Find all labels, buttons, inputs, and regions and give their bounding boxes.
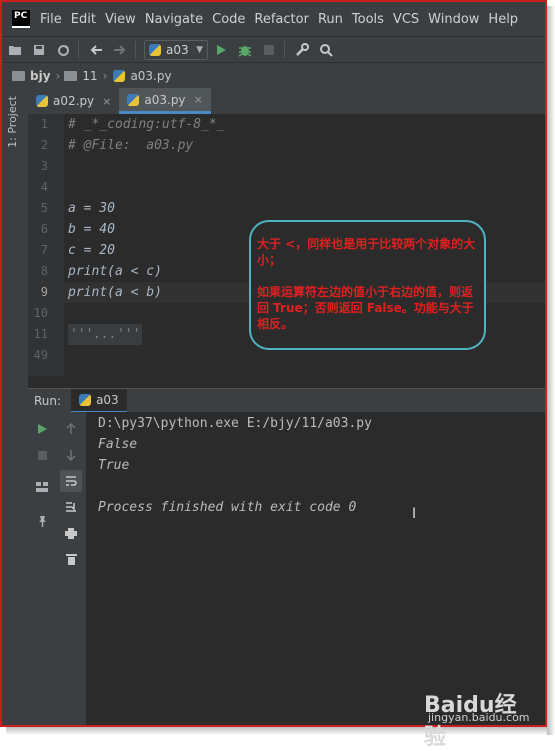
breadcrumb-separator: › xyxy=(102,69,108,83)
breadcrumb-item-file[interactable]: a03.py xyxy=(130,69,171,83)
line-number: 1 xyxy=(40,117,48,131)
layout-icon[interactable] xyxy=(28,476,56,498)
run-icon[interactable] xyxy=(210,39,232,61)
run-configuration-select[interactable]: a03 ▼ xyxy=(144,40,208,60)
sync-icon[interactable] xyxy=(52,39,74,61)
run-panel-header: Run: a03 xyxy=(28,388,545,413)
back-arrow-icon[interactable] xyxy=(85,39,107,61)
close-icon[interactable]: × xyxy=(102,95,111,108)
toolbar-divider xyxy=(78,41,79,59)
run-controls-left xyxy=(28,412,56,725)
search-icon[interactable] xyxy=(315,39,337,61)
breadcrumb-separator: › xyxy=(55,69,61,83)
menu-tools[interactable]: Tools xyxy=(352,12,384,27)
folder-icon xyxy=(12,71,25,81)
soft-wrap-icon[interactable] xyxy=(60,470,82,492)
annotation-text: 如果运算符左边的值小于右边的值，则返回 True；否则返回 False。功能与大… xyxy=(257,285,474,331)
python-file-icon xyxy=(36,95,48,107)
menu-vcs[interactable]: VCS xyxy=(393,12,419,27)
watermark-url: jingyan.baidu.com xyxy=(428,711,530,724)
folder-icon xyxy=(64,71,78,81)
line-number: 8 xyxy=(40,264,48,278)
python-icon xyxy=(79,394,92,406)
menu-window[interactable]: Window xyxy=(428,12,479,27)
annotation-callout: 大于 <，同样也是用于比较两个对象的大小； 如果运算符左边的值小于右边的值，则返… xyxy=(249,220,486,350)
line-number: 5 xyxy=(40,201,48,215)
run-console-output[interactable]: D:\py37\python.exe E:/bjy/11/a03.py Fals… xyxy=(86,412,545,725)
line-number: 2 xyxy=(40,138,48,152)
console-line: D:\py37\python.exe E:/bjy/11/a03.py xyxy=(98,416,372,431)
debug-bug-icon[interactable] xyxy=(234,39,256,61)
run-tab-a03[interactable]: a03 xyxy=(71,389,127,413)
print-icon[interactable] xyxy=(57,522,85,544)
main-toolbar: a03 ▼ xyxy=(2,36,545,63)
menu-file[interactable]: File xyxy=(40,12,62,27)
line-number: 7 xyxy=(40,243,48,257)
close-icon[interactable]: × xyxy=(194,93,203,106)
code-line: # _*_coding:utf-8_*_ xyxy=(68,117,225,132)
text-cursor-icon: I xyxy=(412,506,417,522)
project-tool-button[interactable]: 1: Project xyxy=(6,96,19,148)
tab-a02[interactable]: a02.py × xyxy=(28,88,119,114)
save-icon[interactable] xyxy=(28,39,50,61)
stop-icon[interactable] xyxy=(258,39,280,61)
left-tool-strip: 1: Project xyxy=(2,88,29,388)
tab-a03[interactable]: a03.py × xyxy=(119,88,211,114)
menu-navigate[interactable]: Navigate xyxy=(145,12,203,27)
python-icon xyxy=(149,44,161,56)
menu-bar: PC File Edit View Navigate Code Refactor… xyxy=(2,2,545,36)
code-line: # @File: a03.py xyxy=(68,138,194,153)
menu-view[interactable]: View xyxy=(105,12,136,27)
menu-help[interactable]: Help xyxy=(488,12,518,27)
line-number: 3 xyxy=(40,159,48,173)
python-file-icon xyxy=(127,93,140,106)
toolbar-divider xyxy=(284,41,285,59)
console-line: Process finished with exit code 0 xyxy=(98,500,357,515)
rerun-icon[interactable] xyxy=(28,418,56,440)
pin-icon[interactable] xyxy=(28,510,56,532)
menu-code[interactable]: Code xyxy=(212,12,245,27)
line-number: 11 xyxy=(33,327,48,341)
line-number: 10 xyxy=(33,306,48,320)
line-number: 6 xyxy=(40,222,48,236)
stop-icon[interactable] xyxy=(28,444,56,466)
console-line: False xyxy=(98,437,138,452)
down-arrow-icon[interactable] xyxy=(57,444,85,466)
tab-label: a03.py xyxy=(144,92,186,107)
console-line: True xyxy=(98,458,130,473)
forward-arrow-icon[interactable] xyxy=(109,39,131,61)
pycharm-logo-icon: PC xyxy=(12,10,30,28)
run-configuration-label: a03 xyxy=(166,43,189,57)
run-controls-right xyxy=(56,412,87,725)
chevron-down-icon: ▼ xyxy=(196,45,203,55)
code-line: a = 30 xyxy=(68,201,115,216)
up-arrow-icon[interactable] xyxy=(57,418,85,440)
menu-refactor[interactable]: Refactor xyxy=(254,12,309,27)
menu-run[interactable]: Run xyxy=(318,12,343,27)
line-number-gutter: 1 2 3 4 5 6 7 8 9 10 11 49 xyxy=(28,114,64,376)
tab-label: a02.py xyxy=(53,94,95,108)
trash-icon[interactable] xyxy=(57,548,85,570)
run-panel-label: Run: xyxy=(34,394,62,408)
editor-tabs: a02.py × a03.py × xyxy=(28,88,545,115)
python-file-icon xyxy=(113,70,126,82)
left-tool-strip-bottom xyxy=(2,388,28,725)
breadcrumb: bjy › 11 › a03.py xyxy=(2,62,545,89)
line-number: 4 xyxy=(40,180,48,194)
run-tab-label: a03 xyxy=(96,393,119,407)
open-folder-icon[interactable] xyxy=(4,39,26,61)
line-number: 9 xyxy=(40,285,48,299)
scroll-to-end-icon[interactable] xyxy=(57,496,85,518)
breadcrumb-item-bjy[interactable]: bjy xyxy=(30,69,51,83)
line-number: 49 xyxy=(33,348,48,362)
menu-edit[interactable]: Edit xyxy=(71,12,96,27)
annotation-text: 大于 <，同样也是用于比较两个对象的大小； xyxy=(257,237,476,267)
ide-window: PC File Edit View Navigate Code Refactor… xyxy=(0,0,547,750)
wrench-settings-icon[interactable] xyxy=(291,39,313,61)
toolbar-divider xyxy=(135,41,136,59)
watermark: Baidu经验 jingyan.baidu.com xyxy=(424,687,534,750)
breadcrumb-item-11[interactable]: 11 xyxy=(82,69,97,83)
